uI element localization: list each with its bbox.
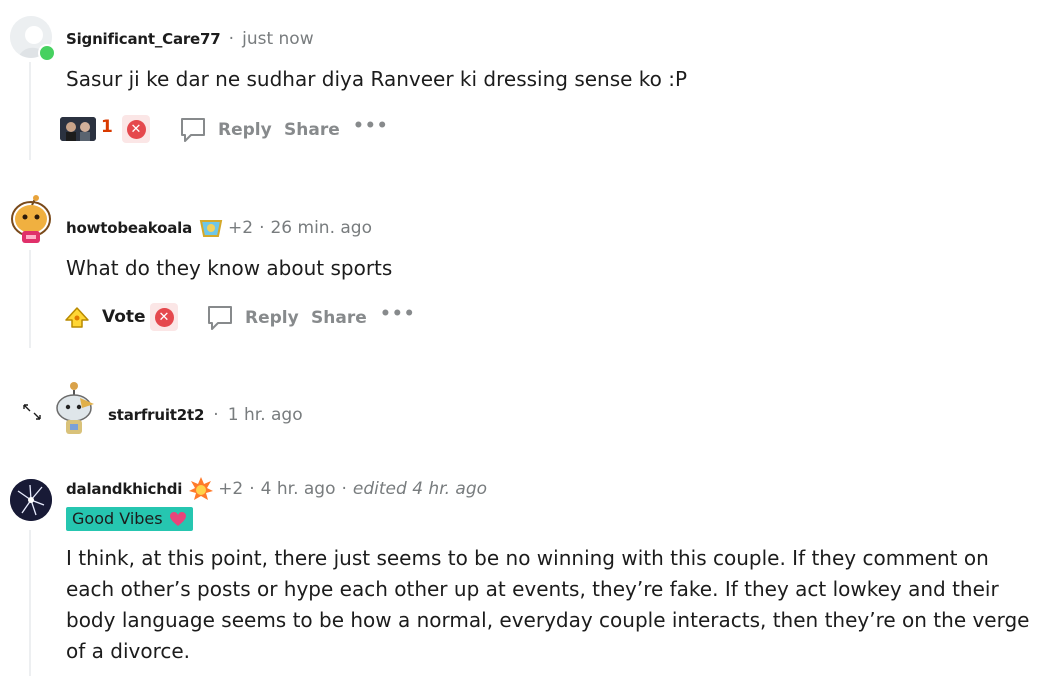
heart-icon bbox=[169, 512, 186, 526]
comment-bubble-icon bbox=[208, 306, 232, 330]
reply-button[interactable]: Reply bbox=[205, 303, 299, 333]
more-options-button[interactable]: ••• bbox=[380, 304, 416, 324]
more-options-button[interactable]: ••• bbox=[353, 116, 389, 136]
separator: · bbox=[228, 29, 235, 49]
award-count[interactable]: +2 bbox=[218, 479, 243, 499]
share-button[interactable]: Share bbox=[311, 308, 367, 328]
timestamp[interactable]: 4 hr. ago bbox=[261, 479, 336, 499]
comment-body: I think, at this point, there just seems… bbox=[66, 546, 1030, 663]
timestamp[interactable]: 26 min. ago bbox=[270, 218, 372, 238]
expand-arrows-icon bbox=[23, 404, 41, 420]
edited-label: edited 4 hr. ago bbox=[352, 479, 488, 499]
firework-avatar-icon bbox=[10, 479, 52, 521]
separator: · bbox=[249, 479, 255, 499]
username[interactable]: howtobeakoala bbox=[66, 219, 192, 237]
close-icon: ✕ bbox=[154, 307, 174, 327]
upvote-arrow-icon bbox=[65, 307, 89, 328]
username[interactable]: starfruit2t2 bbox=[108, 406, 204, 424]
reply-button[interactable]: Reply bbox=[178, 115, 272, 145]
timestamp[interactable]: just now bbox=[242, 29, 314, 49]
expand-thread-button[interactable] bbox=[22, 403, 42, 425]
upvote-button[interactable] bbox=[64, 305, 90, 335]
separator: · bbox=[341, 479, 347, 499]
username[interactable]: dalandkhichdi bbox=[66, 480, 182, 498]
avatar[interactable] bbox=[10, 195, 52, 249]
flair-label: Good Vibes bbox=[72, 509, 163, 528]
vote-label: Vote bbox=[102, 307, 146, 327]
user-flair[interactable]: Good Vibes bbox=[66, 507, 193, 531]
close-icon: ✕ bbox=[126, 119, 146, 139]
comment-bubble-icon bbox=[181, 118, 205, 142]
comment-header: dalandkhichdi +2 · 4 hr. ago · edited 4 … bbox=[66, 476, 487, 502]
comment-header: howtobeakoala +2 · 26 min. ago bbox=[66, 216, 372, 240]
reply-label: Reply bbox=[218, 120, 272, 140]
explosion-award-icon[interactable] bbox=[188, 476, 214, 502]
timestamp[interactable]: 1 hr. ago bbox=[228, 405, 303, 425]
snoo-avatar-icon bbox=[11, 195, 51, 243]
username[interactable]: Significant_Care77 bbox=[66, 30, 221, 48]
thread-line[interactable] bbox=[29, 530, 31, 676]
online-status-indicator bbox=[38, 44, 56, 62]
comment-header: starfruit2t2 · 1 hr. ago bbox=[108, 405, 303, 425]
remove-vote-button[interactable]: ✕ bbox=[122, 115, 150, 143]
thread-line[interactable] bbox=[29, 250, 31, 348]
award-thumbnail[interactable] bbox=[60, 117, 96, 141]
separator: · bbox=[213, 405, 219, 425]
snoo-avatar-icon bbox=[56, 382, 94, 434]
award-icon[interactable] bbox=[198, 216, 224, 240]
award-image-icon bbox=[60, 117, 96, 141]
share-button[interactable]: Share bbox=[284, 120, 340, 140]
separator: · bbox=[259, 218, 265, 238]
score-count: 1 bbox=[101, 117, 113, 137]
thread-line[interactable] bbox=[29, 62, 31, 160]
comment-header: Significant_Care77 · just now bbox=[66, 29, 314, 49]
remove-vote-button[interactable]: ✕ bbox=[150, 303, 178, 331]
reply-label: Reply bbox=[245, 308, 299, 328]
comment-body: Sasur ji ke dar ne sudhar diya Ranveer k… bbox=[66, 67, 688, 91]
comment-body: What do they know about sports bbox=[66, 256, 393, 280]
award-count[interactable]: +2 bbox=[228, 218, 253, 238]
avatar[interactable] bbox=[52, 380, 98, 436]
avatar[interactable] bbox=[10, 479, 52, 521]
